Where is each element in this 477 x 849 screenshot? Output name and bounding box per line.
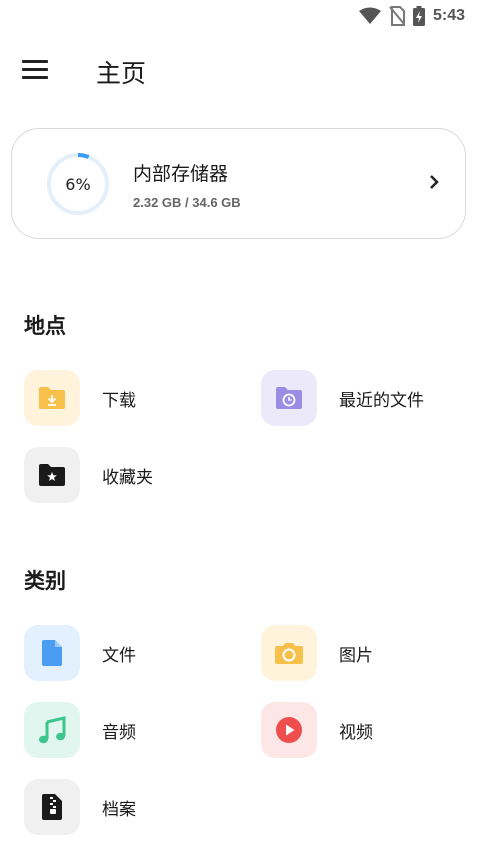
status-bar: 5:43 — [0, 0, 477, 32]
place-label-downloads: 下载 — [102, 390, 136, 411]
starred-folder-icon — [24, 447, 80, 503]
category-label-audio: 音频 — [102, 722, 136, 743]
place-label-recent: 最近的文件 — [339, 390, 424, 411]
storage-name: 内部存储器 — [133, 163, 229, 185]
recent-folder-icon — [261, 370, 317, 426]
menu-icon[interactable] — [22, 56, 52, 82]
categories-section-title: 类别 — [24, 569, 66, 593]
place-item-downloads[interactable]: 下载 — [24, 369, 136, 427]
no-sim-icon — [389, 6, 405, 26]
place-label-starred: 收藏夹 — [102, 467, 153, 488]
top-app-bar: 主页 — [0, 46, 477, 94]
chevron-right-icon — [430, 175, 439, 189]
category-item-videos[interactable]: 视频 — [261, 701, 373, 759]
status-time: 5:43 — [432, 7, 465, 24]
category-item-images[interactable]: 图片 — [261, 624, 373, 682]
category-item-documents[interactable]: 文件 — [24, 624, 136, 682]
storage-size: 2.32 GB / 34.6 GB — [133, 195, 241, 210]
category-item-audio[interactable]: 音频 — [24, 701, 136, 759]
category-label-archives: 档案 — [102, 799, 136, 820]
status-icons: 5:43 — [358, 6, 465, 26]
category-label-videos: 视频 — [339, 722, 373, 743]
places-section-title: 地点 — [24, 314, 66, 338]
internal-storage-card[interactable]: 6% 内部存储器 2.32 GB / 34.6 GB — [11, 128, 466, 239]
play-icon — [261, 702, 317, 758]
music-note-icon — [24, 702, 80, 758]
place-item-starred[interactable]: 收藏夹 — [24, 446, 153, 504]
document-icon — [24, 625, 80, 681]
archive-icon — [24, 779, 80, 835]
page-title: 主页 — [96, 59, 147, 88]
battery-charging-icon — [412, 6, 425, 26]
place-item-recent[interactable]: 最近的文件 — [261, 369, 424, 427]
category-label-images: 图片 — [339, 645, 373, 666]
download-folder-icon — [24, 370, 80, 426]
camera-icon — [261, 625, 317, 681]
wifi-icon — [358, 7, 381, 24]
category-item-archives[interactable]: 档案 — [24, 778, 136, 836]
category-label-documents: 文件 — [102, 645, 136, 666]
storage-percent: 6% — [65, 174, 91, 194]
